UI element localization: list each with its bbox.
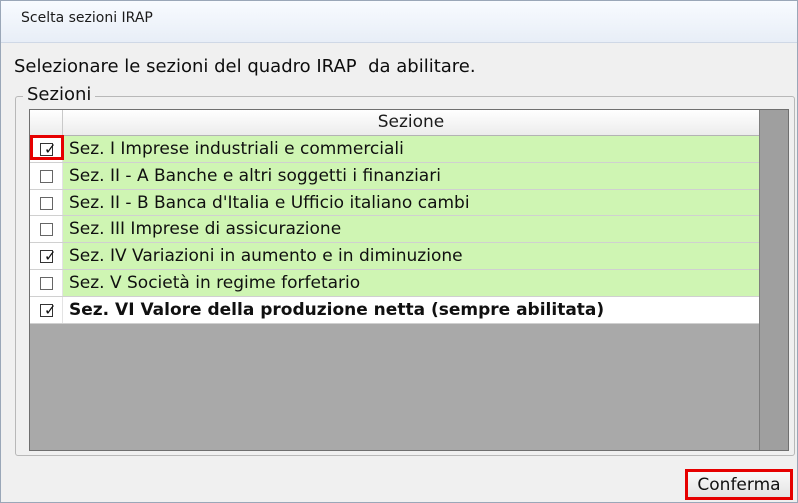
checkmark-icon: ✓ — [44, 300, 57, 319]
section-label: Sez. II - B Banca d'Italia e Ufficio ita… — [69, 192, 470, 213]
section-checkbox-cell[interactable]: ✓ — [30, 136, 63, 162]
section-row[interactable]: ✓ Sez. VI Valore della produzione netta (… — [30, 296, 759, 324]
checkbox-unchecked-icon[interactable] — [40, 276, 53, 290]
section-label: Sez. II - A Banche e altri soggetti i fi… — [69, 165, 441, 186]
window-title: Scelta sezioni IRAP — [21, 10, 153, 26]
window-titlebar: Scelta sezioni IRAP — [1, 1, 797, 43]
checkmark-icon: ✓ — [44, 140, 57, 158]
checkmark-icon: ✓ — [44, 247, 57, 266]
instruction-text: Selezionare le sezioni del quadro IRAP d… — [14, 56, 476, 77]
sections-grid: Sezione ✓ Sez. I Imprese industriali e co… — [29, 109, 789, 451]
irap-section-selection-dialog: Scelta sezioni IRAP Selezionare le sezio… — [0, 0, 798, 503]
section-checkbox-cell[interactable] — [30, 216, 63, 243]
section-label: Sez. V Società in regime forfetario — [69, 272, 361, 293]
section-label: Sez. IV Variazioni in aumento e in dimin… — [69, 246, 463, 267]
checkbox-unchecked-icon[interactable] — [40, 196, 53, 210]
checkbox-unchecked-icon[interactable] — [40, 169, 53, 183]
section-label: Sez. VI Valore della produzione netta (s… — [69, 299, 605, 320]
section-label: Sez. I Imprese industriali e commerciali — [69, 139, 404, 159]
confirm-button[interactable]: Conferma — [685, 469, 793, 500]
section-row[interactable]: Sez. III Imprese di assicurazione — [30, 216, 759, 244]
section-checkbox-cell[interactable]: ✓ — [30, 296, 63, 323]
grid-header: Sezione — [30, 110, 759, 136]
section-checkbox-cell[interactable] — [30, 269, 63, 296]
section-checkbox-cell[interactable]: ✓ — [30, 243, 63, 269]
section-row[interactable]: ✓ Sez. IV Variazioni in aumento e in dimi… — [30, 243, 759, 270]
section-column-header: Sezione — [377, 112, 445, 132]
checkbox-checked-icon[interactable]: ✓ — [40, 301, 57, 319]
sections-group-label: Sezioni — [23, 84, 96, 105]
header-checkbox-column — [30, 110, 63, 135]
section-label: Sez. III Imprese di assicurazione — [69, 219, 342, 240]
section-row[interactable]: Sez. II - A Banche e altri soggetti i fi… — [30, 162, 759, 190]
grid-vertical-scroll-area[interactable] — [759, 110, 788, 450]
section-row[interactable]: Sez. V Società in regime forfetario — [30, 269, 759, 297]
section-row[interactable]: ✓ Sez. I Imprese industriali e commercial… — [30, 136, 759, 163]
sections-list: ✓ Sez. I Imprese industriali e commercial… — [30, 136, 759, 324]
section-checkbox-cell[interactable] — [30, 189, 63, 216]
section-checkbox-cell[interactable] — [30, 162, 63, 189]
checkbox-checked-icon[interactable]: ✓ — [40, 140, 57, 158]
checkbox-unchecked-icon[interactable] — [40, 223, 53, 237]
section-row[interactable]: Sez. II - B Banca d'Italia e Ufficio ita… — [30, 189, 759, 217]
checkbox-checked-icon[interactable]: ✓ — [40, 247, 57, 265]
dialog-footer — [1, 460, 797, 502]
